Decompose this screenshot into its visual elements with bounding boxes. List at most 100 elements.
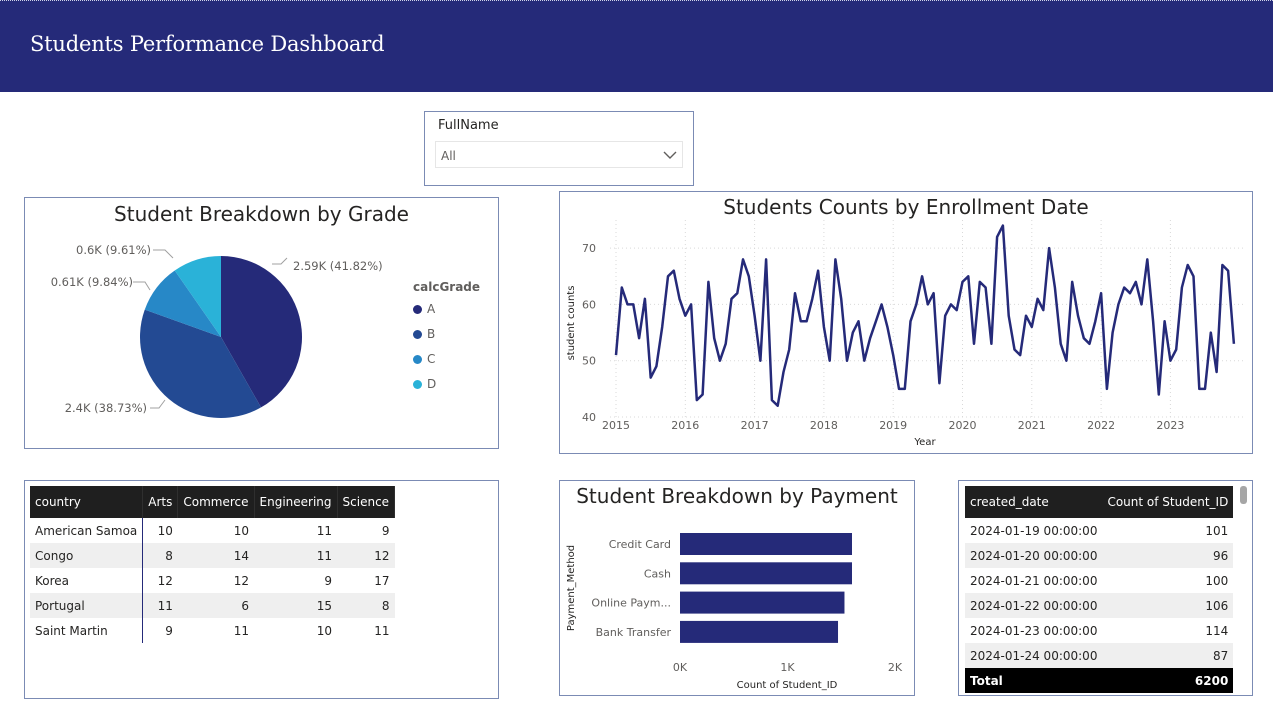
matrix-header-arts[interactable]: Arts [142, 486, 179, 518]
line-x-tick: 2022 [1087, 419, 1115, 432]
slicer-dropdown[interactable]: All [435, 141, 683, 168]
chevron-down-icon [663, 151, 677, 159]
table-row[interactable]: 2024-01-21 00:00:00 100 [965, 568, 1233, 593]
matrix-cell: 10 [316, 623, 333, 638]
legend-item-a[interactable]: A [413, 302, 435, 316]
line-x-tick: 2021 [1018, 419, 1046, 432]
table-row[interactable]: 2024-01-24 00:00:00 87 [965, 643, 1234, 668]
legend-dot-icon [413, 329, 422, 339]
line-x-tick: 2023 [1156, 419, 1184, 432]
table-cell-date: 2024-01-20 00:00:00 [965, 543, 1103, 568]
legend-item-b[interactable]: B [413, 327, 435, 341]
payment-bar[interactable] [680, 533, 852, 555]
matrix-cell: 12 [337, 543, 395, 568]
enrollment-line-visual: Students Counts by Enrollment Date 70 60 5… [559, 191, 1253, 454]
table-cell-date: 2024-01-19 00:00:00 [970, 523, 1098, 538]
legend-label: A [427, 302, 436, 316]
matrix-cell-country: Saint Martin [30, 618, 144, 643]
pie-chart: 2.59K (41.82%) 2.4K (38.73%) 0.61K (9.84… [51, 243, 383, 418]
legend-dot-icon [413, 379, 422, 389]
line-x-tick: 2019 [879, 419, 907, 432]
matrix-cell: 12 [157, 573, 173, 588]
slicer-title: FullName [438, 118, 499, 133]
table-cell-count: 100 [1205, 573, 1229, 588]
table-header-created-date[interactable]: created_date [965, 486, 1103, 518]
table-row[interactable]: 2024-01-22 00:00:00 106 [965, 593, 1234, 618]
bar-chart: Credit Card Cash Online Paym... Bank Transf… [566, 533, 903, 691]
table-total-value: 6200 [1102, 668, 1234, 693]
table-cell-count: 87 [1102, 643, 1234, 668]
page-title: Students Performance Dashboard [30, 32, 385, 56]
matrix-row[interactable]: Saint Martin 9 11 10 11 [30, 618, 395, 643]
legend-dot-icon [413, 354, 422, 364]
matrix-header-engineering[interactable]: Engineering [254, 486, 338, 518]
line-y-tick: 70 [582, 242, 596, 255]
matrix-cell: 11 [374, 623, 390, 638]
report-header: Students Performance Dashboard [0, 0, 1273, 92]
matrix-cell: 8 [337, 593, 395, 618]
matrix-cell: 10 [157, 523, 173, 538]
matrix-cell: 12 [233, 573, 250, 588]
line-y-tick: 50 [582, 355, 596, 368]
matrix-header-science[interactable]: Science [337, 486, 396, 518]
table-total-row: Total 6200 [965, 668, 1234, 693]
legend-dot-icon [413, 304, 422, 314]
bar-x-axis-label: Count of Student_ID [737, 680, 838, 691]
matrix-cell: 11 [142, 593, 178, 618]
line-x-tick: 2020 [949, 419, 977, 432]
legend-item-c[interactable]: C [413, 352, 435, 366]
line-y-tick: 60 [582, 298, 596, 311]
matrix-cell: 11 [316, 523, 333, 538]
line-y-tick: 40 [582, 411, 596, 424]
table-cell-date: 2024-01-22 00:00:00 [965, 593, 1103, 618]
table-row[interactable]: 2024-01-19 00:00:00 101 [965, 518, 1233, 543]
matrix-cell: 9 [324, 573, 333, 588]
matrix-header-country[interactable]: country [30, 486, 144, 518]
matrix-header-commerce[interactable]: Commerce [177, 486, 255, 518]
legend-label: D [427, 377, 437, 391]
matrix-cell: 17 [374, 573, 390, 588]
matrix-cell: 8 [142, 543, 178, 568]
table-total-label: Total [965, 668, 1103, 693]
table-cell-count: 114 [1205, 623, 1229, 638]
bar-category-label: Credit Card [609, 538, 671, 551]
table-scrollbar[interactable] [1240, 486, 1247, 504]
line-x-tick: 2018 [810, 419, 838, 432]
payment-bar[interactable] [680, 562, 852, 585]
matrix-cell: 6 [177, 593, 255, 618]
legend-item-d[interactable]: D [413, 377, 436, 391]
legend-label: C [427, 352, 436, 366]
table-row[interactable]: 2024-01-20 00:00:00 96 [965, 543, 1234, 568]
bar-category-label: Bank Transfer [596, 626, 672, 639]
bar-y-axis-label: Payment_Method [566, 545, 577, 631]
fullname-slicer: FullName All [424, 111, 694, 186]
matrix-cell-country: Portugal [30, 593, 144, 618]
slicer-selected-value: All [441, 149, 456, 163]
table-row[interactable]: 2024-01-23 00:00:00 114 [965, 618, 1233, 643]
table-cell-count: 96 [1102, 543, 1234, 568]
matrix-cell: 11 [254, 543, 338, 568]
table-cell-date: 2024-01-24 00:00:00 [965, 643, 1103, 668]
matrix-cell-country: Congo [30, 543, 144, 568]
payment-bar-visual: Student Breakdown by Payment Credit Card… [559, 480, 915, 696]
line-x-tick: 2016 [671, 419, 699, 432]
matrix-cell: 10 [233, 523, 250, 538]
legend-label: B [427, 327, 436, 341]
payment-bar[interactable] [680, 620, 839, 643]
bar-category-label: Online Paym... [591, 597, 671, 610]
created-date-table-visual: created_date Count of Student_ID 2024-01… [958, 480, 1253, 696]
matrix-row[interactable]: Congo 8 14 11 12 [30, 543, 395, 568]
line-x-tick: 2017 [741, 419, 769, 432]
table-header-row: created_date Count of Student_ID [965, 486, 1234, 518]
bar-x-tick: 0K [673, 661, 688, 674]
matrix-cell: 15 [254, 593, 338, 618]
line-x-tick: 2015 [602, 419, 630, 432]
matrix-row[interactable]: Korea 12 12 9 17 [30, 568, 395, 593]
matrix-row[interactable]: Portugal 11 6 15 8 [30, 593, 395, 618]
matrix-row[interactable]: American Samoa 10 10 11 9 [30, 518, 395, 543]
payment-bar[interactable] [680, 591, 845, 614]
pie-label-c: 0.61K (9.84%) [51, 275, 133, 289]
matrix-header-row: country Arts Commerce Engineering Scienc… [30, 486, 396, 518]
pie-label-a: 2.59K (41.82%) [293, 259, 383, 273]
table-header-count[interactable]: Count of Student_ID [1102, 486, 1234, 518]
